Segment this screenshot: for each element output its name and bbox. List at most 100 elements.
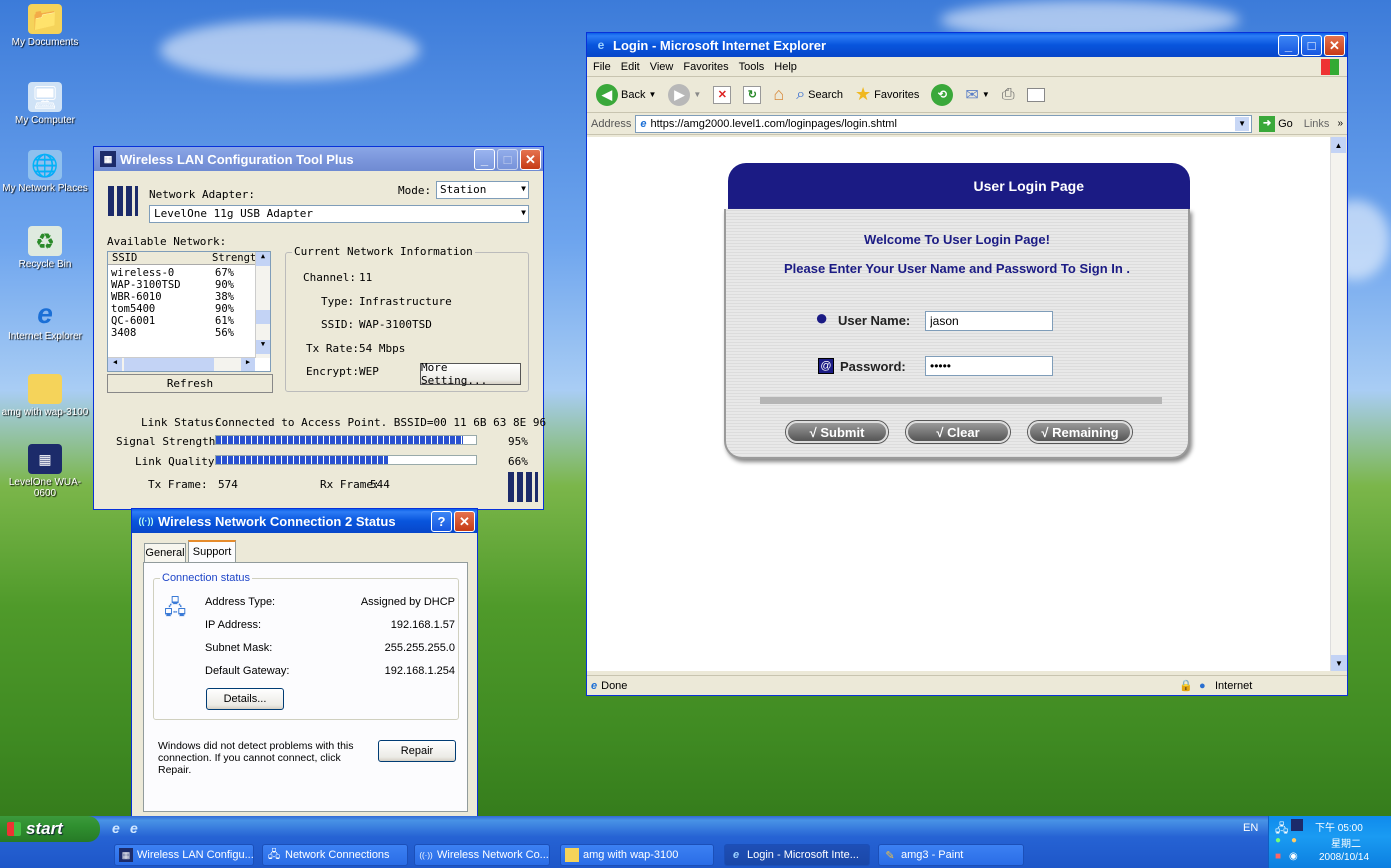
details-button[interactable]: Details... (206, 688, 284, 710)
list-item[interactable]: wireless-0 67% (111, 267, 251, 279)
list-item[interactable]: 3408 56% (111, 327, 251, 339)
col-ssid[interactable]: SSID (112, 252, 137, 264)
chevron-down-icon[interactable]: ▼ (1235, 116, 1250, 131)
scroll-down-button[interactable]: ▼ (256, 340, 270, 354)
menu-favorites[interactable]: Favorites (683, 61, 728, 73)
taskbar-item-ie-login[interactable]: e Login - Microsoft Inte... (724, 844, 870, 866)
password-input[interactable] (925, 356, 1053, 376)
tray-icon[interactable]: ■ (1275, 851, 1281, 862)
clear-button[interactable]: √ Clear (906, 421, 1010, 443)
tab-support[interactable]: Support (188, 540, 236, 562)
close-button[interactable]: ✕ (1324, 35, 1345, 56)
computer-icon: 🖥 (28, 82, 62, 112)
print-button[interactable]: ⎙ (999, 84, 1018, 106)
stop-button[interactable]: ✕ (710, 84, 734, 106)
username-input[interactable] (925, 311, 1053, 331)
tray-icon[interactable]: ● (1275, 835, 1281, 846)
scroll-down-button[interactable]: ▼ (1331, 655, 1347, 671)
mail-button[interactable]: ✉ ▼ (962, 83, 992, 107)
mode-select[interactable]: Station ▼ (436, 181, 529, 199)
menu-file[interactable]: File (593, 61, 611, 73)
folder-icon (28, 374, 62, 404)
divider (760, 397, 1162, 404)
taskbar-item-amg-folder[interactable]: amg with wap-3100 (560, 844, 714, 866)
login-header-title: User Login Page (973, 178, 1084, 194)
desktop-icon-levelone[interactable]: ▦ LevelOne WUA-0600 (0, 444, 90, 499)
submit-button[interactable]: √ Submit (786, 421, 888, 443)
lock-icon: 🔒 (1179, 680, 1193, 692)
scroll-thumb[interactable] (256, 310, 270, 324)
wlan-titlebar[interactable]: ▦ Wireless LAN Configuration Tool Plus _… (94, 147, 543, 171)
scroll-up-button[interactable]: ▲ (1331, 137, 1346, 153)
desktop-icon-my-computer[interactable]: 🖥 My Computer (0, 82, 90, 126)
desktop-icon-amg-folder[interactable]: amg with wap-3100 (0, 374, 90, 418)
language-indicator[interactable]: EN (1243, 822, 1258, 834)
time-text[interactable]: 下午 05:00 (1315, 819, 1363, 834)
start-button[interactable]: start (0, 816, 100, 842)
desktop-icon-my-documents[interactable]: 📁 My Documents (0, 4, 90, 48)
taskbar-item-network-connections[interactable]: 🖧 Network Connections (262, 844, 408, 866)
address-input[interactable]: e https://amg2000.level1.com/loginpages/… (635, 114, 1253, 133)
refresh-button[interactable]: Refresh (107, 374, 273, 393)
adapter-logo-icon (108, 186, 138, 216)
channel-label: Channel: (303, 271, 356, 284)
list-item[interactable]: WBR-6010 38% (111, 291, 251, 303)
close-button[interactable]: ✕ (520, 149, 541, 170)
search-button[interactable]: ⌕ Search (793, 84, 846, 106)
menu-view[interactable]: View (650, 61, 674, 73)
list-hscroll[interactable]: ◀ ▶ (108, 357, 255, 371)
taskbar-item-paint[interactable]: ✎ amg3 - Paint (878, 844, 1024, 866)
repair-button[interactable]: Repair (378, 740, 456, 762)
back-button[interactable]: ◀ Back ▼ (593, 82, 659, 108)
menu-tools[interactable]: Tools (739, 61, 765, 73)
quicklaunch-ie-icon[interactable]: e (130, 820, 138, 836)
address-type-label: Address Type: (205, 596, 276, 608)
tray-icon[interactable]: ◉ (1289, 851, 1298, 862)
network-list[interactable]: SSID Strengt wireless-0 67% WAP-3100TSD 90… (107, 251, 271, 372)
menu-edit[interactable]: Edit (621, 61, 640, 73)
history-button[interactable]: ⟲ (928, 82, 956, 108)
taskbar-item-wireless-status[interactable]: ((·)) Wireless Network Co... (414, 844, 550, 866)
go-button[interactable]: ➜ Go (1256, 114, 1296, 134)
desktop-icon-recycle-bin[interactable]: ♻ Recycle Bin (0, 226, 90, 270)
maximize-button[interactable]: □ (1301, 35, 1322, 56)
more-setting-button[interactable]: More Setting... (420, 361, 521, 387)
tab-general[interactable]: General (144, 543, 186, 562)
links-button[interactable]: Links (1300, 118, 1334, 130)
txrate-label: Tx Rate: (306, 342, 359, 355)
status-titlebar[interactable]: ((·)) Wireless Network Connection 2 Stat… (132, 509, 477, 533)
tray-icon[interactable]: ● (1291, 835, 1297, 846)
edit-button[interactable] (1024, 86, 1048, 104)
scroll-up-button[interactable]: ▲ (256, 252, 270, 266)
list-item[interactable]: tom5400 90% (111, 303, 251, 315)
desktop-icon-internet-explorer[interactable]: e Internet Explorer (0, 298, 90, 342)
taskbar-item-wlan-tool[interactable]: ▦ Wireless LAN Configu... (114, 844, 254, 866)
list-item[interactable]: WAP-3100TSD 90% (111, 279, 251, 291)
close-button[interactable]: ✕ (454, 511, 475, 532)
refresh-button[interactable]: ↻ (740, 84, 764, 106)
vertical-scrollbar[interactable]: ▲ ▼ (1330, 137, 1347, 671)
minimize-button[interactable]: _ (474, 149, 495, 170)
help-button[interactable]: ? (431, 511, 452, 532)
remaining-button[interactable]: √ Remaining (1028, 421, 1132, 443)
levelone-tray-icon[interactable] (1291, 819, 1303, 831)
adapter-select[interactable]: LevelOne 11g USB Adapter ▼ (149, 205, 529, 223)
quicklaunch-ie-icon[interactable]: e (112, 820, 120, 836)
date-text[interactable]: 2008/10/14 (1319, 852, 1369, 863)
status-bar: e Done 🔒 ● Internet (587, 675, 1347, 695)
weekday-text[interactable]: 星期二 (1331, 835, 1361, 850)
favorites-button[interactable]: ★ Favorites (852, 82, 922, 107)
list-item[interactable]: QC-6001 61% (111, 315, 251, 327)
col-strength[interactable]: Strengt (212, 252, 256, 264)
forward-button[interactable]: ▶ ▼ (665, 82, 704, 108)
list-vscroll[interactable]: ▲ ▼ (255, 252, 270, 358)
minimize-button[interactable]: _ (1278, 35, 1299, 56)
scroll-left-button[interactable]: ◀ (108, 358, 122, 371)
desktop-icon-my-network-places[interactable]: 🌐 My Network Places (0, 150, 90, 194)
menu-help[interactable]: Help (774, 61, 797, 73)
scroll-right-button[interactable]: ▶ (241, 358, 255, 371)
chevron-right-icon[interactable]: » (1337, 118, 1347, 129)
home-button[interactable]: ⌂ (770, 82, 787, 107)
scroll-thumb[interactable] (124, 358, 214, 371)
ie-titlebar[interactable]: e Login - Microsoft Internet Explorer _ … (587, 33, 1347, 57)
